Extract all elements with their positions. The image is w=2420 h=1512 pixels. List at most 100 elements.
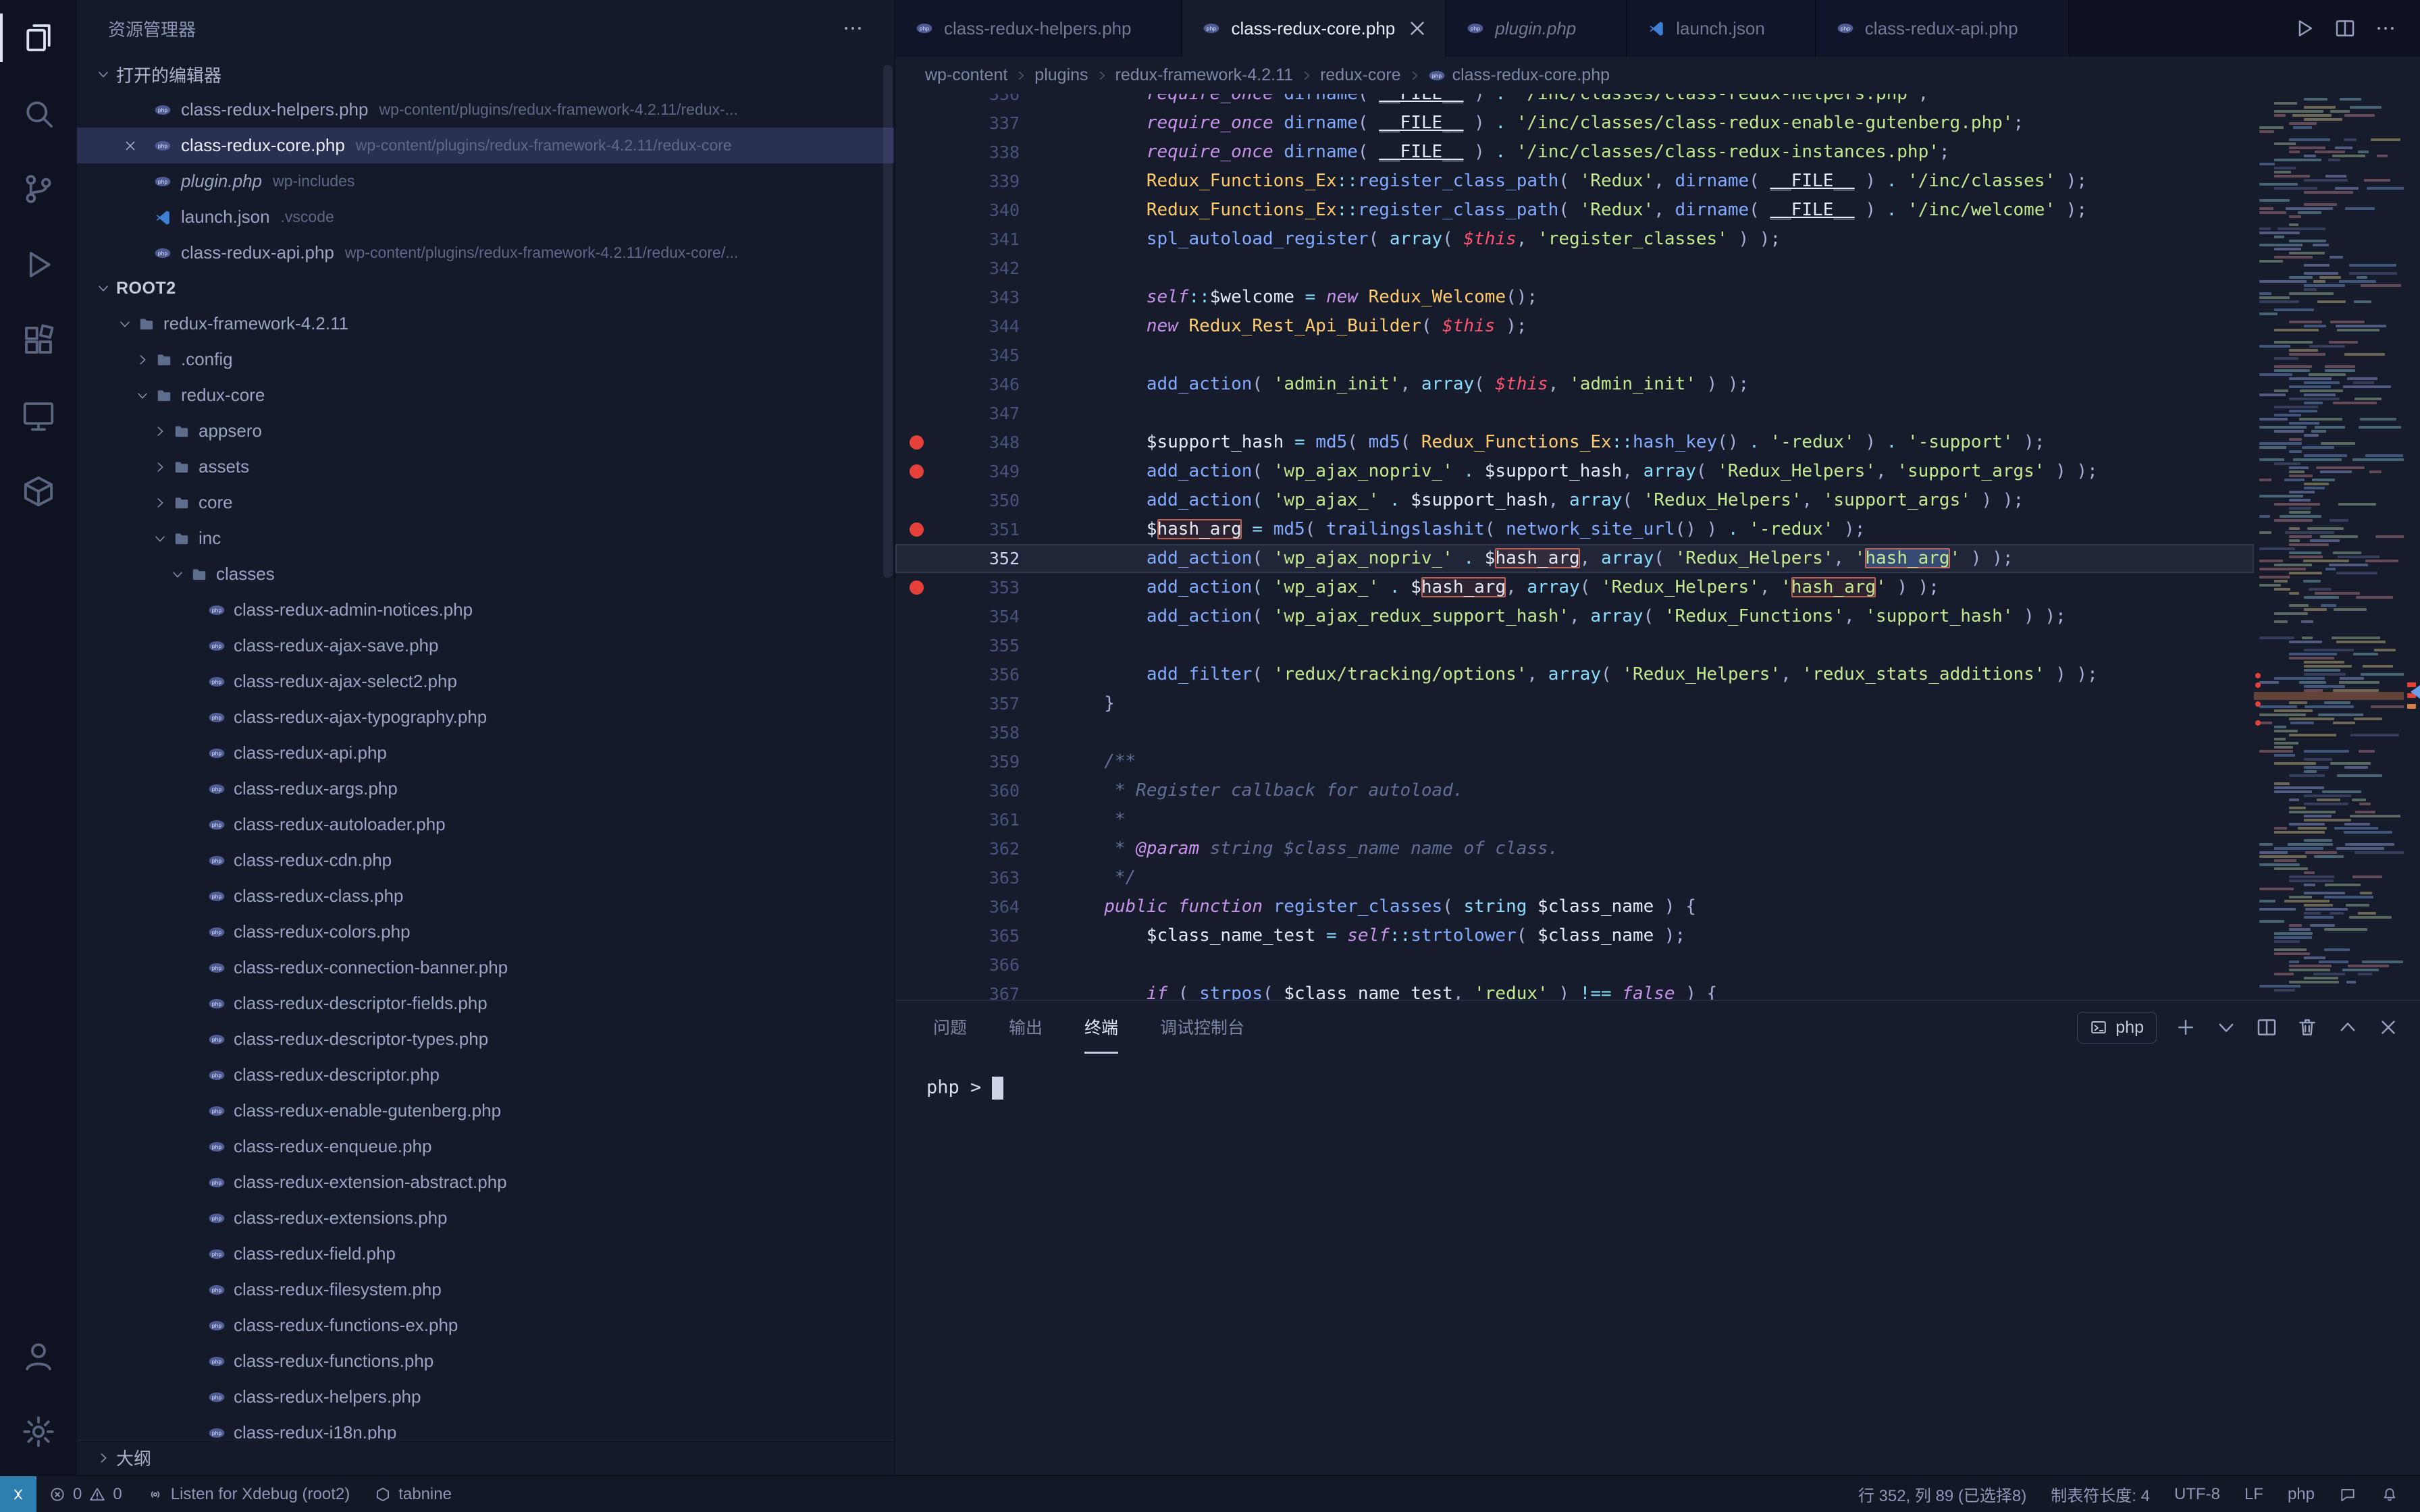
gutter[interactable]: 347 <box>895 399 1020 428</box>
tree-item-appsero[interactable]: appsero <box>77 413 894 449</box>
cursor-position-status[interactable]: 行 352, 列 89 (已选择8) <box>1846 1476 2038 1512</box>
code-line-359[interactable]: 359 /** <box>895 747 2254 776</box>
open-editor-item[interactable]: php plugin.php wp-includes <box>77 163 894 199</box>
encoding-status[interactable]: UTF-8 <box>2162 1476 2232 1512</box>
tree-item-class-redux-descriptor.php[interactable]: phpclass-redux-descriptor.php <box>77 1057 894 1093</box>
tree-item-classes[interactable]: classes <box>77 556 894 592</box>
code-line-357[interactable]: 357 } <box>895 689 2254 718</box>
tree-item-class-redux-connection-banner.php[interactable]: phpclass-redux-connection-banner.php <box>77 950 894 986</box>
code-line-363[interactable]: 363 */ <box>895 863 2254 892</box>
breakpoint-icon[interactable] <box>910 435 924 450</box>
close-icon[interactable] <box>123 138 138 153</box>
tree-item-class-redux-descriptor-types.php[interactable]: phpclass-redux-descriptor-types.php <box>77 1021 894 1057</box>
open-editor-item[interactable]: php class-redux-core.php wp-content/plug… <box>77 128 894 163</box>
breakpoint-icon[interactable] <box>910 522 924 537</box>
tree-item-.config[interactable]: .config <box>77 342 894 377</box>
code-line-347[interactable]: 347 <box>895 399 2254 428</box>
code-line-339[interactable]: 339 Redux_Functions_Ex::register_class_p… <box>895 167 2254 196</box>
gutter[interactable]: 338 <box>895 138 1020 167</box>
gutter[interactable]: 342 <box>895 254 1020 283</box>
activity-explorer[interactable] <box>0 0 77 76</box>
tab-class-redux-core.php[interactable]: php class-redux-core.php <box>1182 0 1446 57</box>
terminal-picker[interactable]: php <box>2077 1012 2157 1044</box>
activity-settings[interactable] <box>0 1394 77 1469</box>
open-editor-item[interactable]: php class-redux-api.php wp-content/plugi… <box>77 235 894 271</box>
open-editor-item[interactable]: php class-redux-helpers.php wp-content/p… <box>77 92 894 128</box>
code-line-349[interactable]: 349 add_action( 'wp_ajax_nopriv_' . $sup… <box>895 457 2254 486</box>
tree-item-class-redux-class.php[interactable]: phpclass-redux-class.php <box>77 878 894 914</box>
gutter[interactable]: 345 <box>895 341 1020 370</box>
tree-item-inc[interactable]: inc <box>77 520 894 556</box>
debug-listen-status[interactable]: Listen for Xdebug (root2) <box>134 1476 363 1512</box>
gutter[interactable]: 350 <box>895 486 1020 515</box>
gutter[interactable]: 337 <box>895 109 1020 138</box>
gutter[interactable]: 343 <box>895 283 1020 312</box>
tree-item-class-redux-api.php[interactable]: phpclass-redux-api.php <box>77 735 894 771</box>
code-line-342[interactable]: 342 <box>895 254 2254 283</box>
gutter[interactable]: 349 <box>895 457 1020 486</box>
tree-item-class-redux-field.php[interactable]: phpclass-redux-field.php <box>77 1236 894 1272</box>
tree-item-class-redux-filesystem.php[interactable]: phpclass-redux-filesystem.php <box>77 1272 894 1307</box>
gutter[interactable]: 346 <box>895 370 1020 399</box>
code-line-336[interactable]: 336 require_once dirname( __FILE__ ) . '… <box>895 94 2254 109</box>
tree-item-class-redux-cdn.php[interactable]: phpclass-redux-cdn.php <box>77 842 894 878</box>
workspace-root-header[interactable]: ROOT2 <box>77 271 894 306</box>
breakpoint-zone[interactable] <box>895 580 937 595</box>
code-line-337[interactable]: 337 require_once dirname( __FILE__ ) . '… <box>895 109 2254 138</box>
kill-terminal-icon[interactable] <box>2296 1016 2319 1039</box>
gutter[interactable]: 340 <box>895 196 1020 225</box>
code-line-340[interactable]: 340 Redux_Functions_Ex::register_class_p… <box>895 196 2254 225</box>
gutter[interactable]: 356 <box>895 660 1020 689</box>
activity-accounts[interactable] <box>0 1318 77 1394</box>
gutter[interactable]: 357 <box>895 689 1020 718</box>
activity-package[interactable] <box>0 454 77 529</box>
problems-status[interactable]: 0 0 <box>36 1476 134 1512</box>
code-line-348[interactable]: 348 $support_hash = md5( md5( Redux_Func… <box>895 428 2254 457</box>
tree-item-class-redux-ajax-typography.php[interactable]: phpclass-redux-ajax-typography.php <box>77 699 894 735</box>
code-line-343[interactable]: 343 self::$welcome = new Redux_Welcome()… <box>895 283 2254 312</box>
panel-tab-输出[interactable]: 输出 <box>1009 1001 1043 1054</box>
gutter[interactable]: 358 <box>895 718 1020 747</box>
close-icon[interactable] <box>1406 17 1429 40</box>
gutter[interactable]: 361 <box>895 805 1020 834</box>
gutter[interactable]: 365 <box>895 921 1020 950</box>
code-line-350[interactable]: 350 add_action( 'wp_ajax_' . $support_ha… <box>895 486 2254 515</box>
tab-class-redux-api.php[interactable]: php class-redux-api.php <box>1816 0 2070 57</box>
code-line-355[interactable]: 355 <box>895 631 2254 660</box>
minimap[interactable] <box>2254 94 2404 1000</box>
sidebar-scrollbar[interactable] <box>883 65 893 578</box>
terminal-view[interactable]: php > <box>895 1054 2420 1475</box>
code-line-341[interactable]: 341 spl_autoload_register( array( $this,… <box>895 225 2254 254</box>
breadcrumb-item[interactable]: plugins <box>1034 65 1088 85</box>
tree-item-core[interactable]: core <box>77 485 894 520</box>
gutter[interactable]: 344 <box>895 312 1020 341</box>
gutter[interactable]: 363 <box>895 863 1020 892</box>
panel-tab-调试控制台[interactable]: 调试控制台 <box>1160 1001 1244 1054</box>
breadcrumb-item[interactable]: wp-content <box>925 65 1007 85</box>
tree-item-assets[interactable]: assets <box>77 449 894 485</box>
code-line-354[interactable]: 354 add_action( 'wp_ajax_redux_support_h… <box>895 602 2254 631</box>
code-line-356[interactable]: 356 add_filter( 'redux/tracking/options'… <box>895 660 2254 689</box>
gutter[interactable]: 366 <box>895 950 1020 979</box>
breakpoint-icon[interactable] <box>910 464 924 479</box>
open-editors-header[interactable]: 打开的编辑器 <box>77 57 894 92</box>
breakpoint-icon[interactable] <box>910 580 924 595</box>
tree-item-class-redux-args.php[interactable]: phpclass-redux-args.php <box>77 771 894 807</box>
breakpoint-zone[interactable] <box>895 435 937 450</box>
breadcrumb-file[interactable]: phpclass-redux-core.php <box>1428 65 1610 85</box>
code-line-345[interactable]: 345 <box>895 341 2254 370</box>
tree-item-class-redux-extension-abstract.php[interactable]: phpclass-redux-extension-abstract.php <box>77 1164 894 1200</box>
code-line-360[interactable]: 360 * Register callback for autoload. <box>895 776 2254 805</box>
breadcrumb-item[interactable]: redux-framework-4.2.11 <box>1115 65 1294 85</box>
activity-search[interactable] <box>0 76 77 151</box>
code-line-352[interactable]: 352 add_action( 'wp_ajax_nopriv_' . $has… <box>895 544 2254 573</box>
tabnine-status[interactable]: tabnine <box>362 1476 464 1512</box>
close-panel-icon[interactable] <box>2377 1016 2400 1039</box>
gutter[interactable]: 354 <box>895 602 1020 631</box>
tab-class-redux-helpers.php[interactable]: php class-redux-helpers.php <box>895 0 1182 57</box>
code-line-364[interactable]: 364 public function register_classes( st… <box>895 892 2254 921</box>
tree-item-class-redux-extensions.php[interactable]: phpclass-redux-extensions.php <box>77 1200 894 1236</box>
split-terminal-icon[interactable] <box>2255 1016 2278 1039</box>
gutter[interactable]: 360 <box>895 776 1020 805</box>
code-line-346[interactable]: 346 add_action( 'admin_init', array( $th… <box>895 370 2254 399</box>
